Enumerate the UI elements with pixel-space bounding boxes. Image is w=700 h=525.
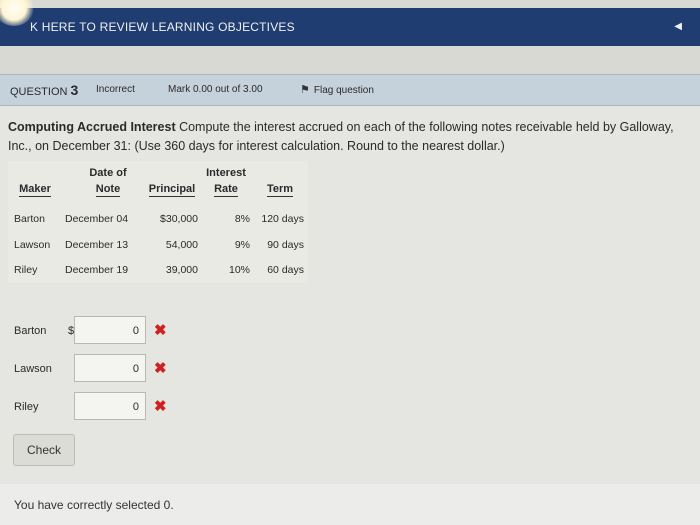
table-cell-maker: Lawson (14, 239, 51, 251)
answer-label: Riley (14, 401, 39, 413)
table-cell-rate: 9% (234, 239, 250, 251)
question-text: Computing Accrued Interest Compute the i… (8, 118, 683, 156)
table-cell-principal: $30,000 (160, 213, 198, 225)
notes-table: Maker Date of Note Principal Interest Ra… (8, 161, 308, 283)
barton-interest-input[interactable]: 0 (74, 316, 146, 344)
chevron-left-icon[interactable]: ◀ (674, 8, 682, 46)
check-button[interactable]: Check (13, 434, 75, 466)
table-cell-rate: 10% (228, 264, 250, 276)
table-cell-maker: Barton (14, 213, 45, 225)
table-cell-term: 90 days (267, 239, 304, 251)
table-cell-principal: 54,000 (165, 239, 198, 251)
header-maker: Maker (19, 183, 51, 197)
learning-objectives-banner[interactable]: K HERE TO REVIEW LEARNING OBJECTIVES ◀ (0, 8, 700, 46)
incorrect-icon: ✖ (154, 360, 167, 377)
answer-row-lawson: Lawson 0 ✖ (8, 354, 188, 386)
question-mark: Mark 0.00 out of 3.00 (168, 84, 263, 95)
lawson-interest-input[interactable]: 0 (74, 354, 146, 382)
header-term: Term (266, 183, 294, 197)
answer-label: Lawson (14, 363, 52, 375)
flag-label: Flag question (313, 85, 374, 96)
header-principal: Principal (148, 183, 196, 197)
table-cell-date: December 19 (65, 264, 129, 276)
table-cell-maker: Riley (14, 264, 38, 276)
table-cell-principal: 39,000 (165, 264, 198, 276)
answer-row-riley: Riley 0 ✖ (8, 392, 188, 424)
feedback-panel: You have correctly selected 0. (0, 484, 700, 525)
table-cell-rate: 8% (234, 213, 250, 225)
question-number: QUESTION 3 (10, 82, 79, 98)
table-cell-date: December 13 (65, 239, 129, 251)
incorrect-icon: ✖ (154, 398, 167, 415)
flag-question-button[interactable]: ⚑ Flag question (300, 75, 374, 106)
incorrect-icon: ✖ (154, 322, 167, 339)
flag-icon: ⚑ (300, 84, 310, 96)
question-state: Incorrect (96, 84, 135, 95)
answer-row-barton: Barton $ 0 ✖ (8, 316, 188, 348)
question-content: Computing Accrued Interest Compute the i… (0, 106, 700, 525)
question-info-bar: QUESTION 3 Incorrect Mark 0.00 out of 3.… (0, 74, 700, 106)
answer-label: Barton (14, 325, 47, 337)
feedback-text: You have correctly selected 0. (14, 498, 174, 512)
question-title: Computing Accrued Interest (8, 120, 176, 134)
header-rate: Interest Rate (206, 167, 246, 197)
table-cell-date: December 04 (65, 213, 129, 225)
table-cell-term: 60 days (267, 264, 304, 276)
banner-text[interactable]: K HERE TO REVIEW LEARNING OBJECTIVES (30, 8, 295, 46)
header-date: Date of Note (89, 167, 127, 197)
table-cell-term: 120 days (261, 213, 304, 225)
riley-interest-input[interactable]: 0 (74, 392, 146, 420)
